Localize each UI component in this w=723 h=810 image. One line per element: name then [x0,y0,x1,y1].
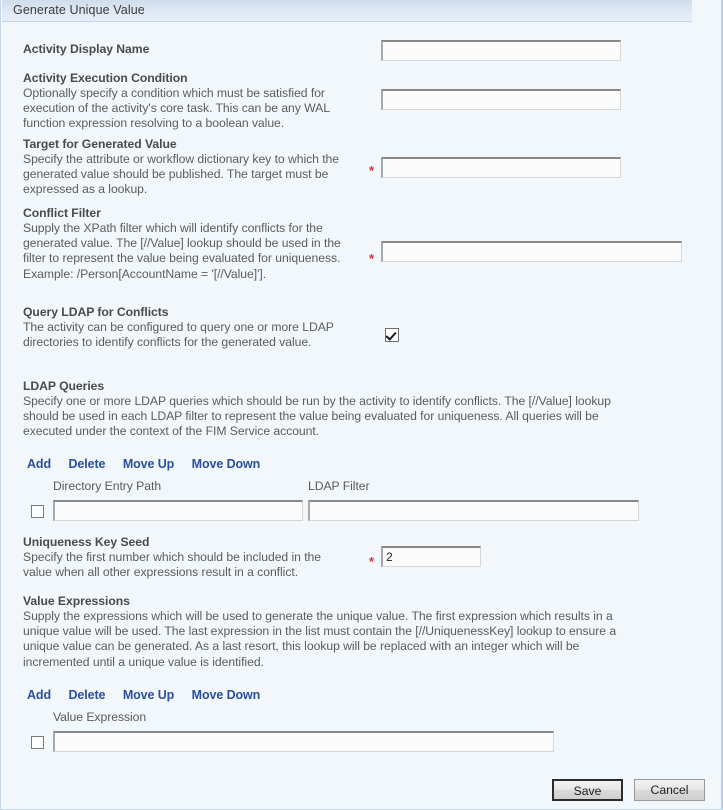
value-expressions-row-select-checkbox[interactable] [31,736,44,749]
dialog-title: Generate Unique Value [13,3,145,17]
activity-execution-condition-input[interactable] [381,89,621,110]
conflict-filter-description: Supply the XPath filter which will ident… [23,221,341,281]
target-for-generated-value-description: Specify the attribute or workflow dictio… [23,152,340,197]
ldap-filter-column-header: LDAP Filter [308,479,370,493]
ldap-filter-input[interactable] [308,500,639,521]
conflict-filter-required-marker: * [369,251,375,266]
value-expressions-label: Value Expressions [23,594,130,608]
value-expression-input[interactable] [53,731,554,752]
activity-display-name-label-block: Activity Display Name [23,42,353,57]
ldap-queries-row-select-checkbox[interactable] [31,505,44,518]
cancel-button[interactable]: Cancel [634,779,705,801]
dialog-titlebar: Generate Unique Value [2,0,692,22]
activity-display-name-input[interactable] [381,40,621,61]
target-for-generated-value-label-block: Target for Generated Value Specify the a… [23,137,353,198]
ldap-queries-delete-link[interactable]: Delete [68,457,105,471]
uniqueness-key-seed-label: Uniqueness Key Seed [23,535,150,549]
query-ldap-for-conflicts-label: Query LDAP for Conflicts [23,305,169,319]
ldap-queries-add-link[interactable]: Add [27,457,51,471]
query-ldap-for-conflicts-label-block: Query LDAP for Conflicts The activity ca… [23,305,353,350]
conflict-filter-label: Conflict Filter [23,206,101,220]
value-expression-column-header: Value Expression [53,710,147,724]
activity-execution-condition-label-block: Activity Execution Condition Optionally … [23,71,353,132]
target-for-generated-value-required-marker: * [369,163,375,178]
generate-unique-value-dialog: Generate Unique Value Activity Display N… [0,0,723,810]
value-expressions-move-up-link[interactable]: Move Up [123,688,174,702]
query-ldap-for-conflicts-description: The activity can be configured to query … [23,320,334,350]
ldap-queries-toolbar: Add Delete Move Up Move Down [27,455,273,473]
uniqueness-key-seed-input[interactable] [381,546,481,567]
uniqueness-key-seed-required-marker: * [369,554,375,569]
ldap-queries-label: LDAP Queries [23,379,105,393]
ldap-queries-section: LDAP Queries Specify one or more LDAP qu… [23,379,648,440]
value-expressions-add-link[interactable]: Add [27,688,51,702]
uniqueness-key-seed-description: Specify the first number which should be… [23,550,321,580]
value-expressions-delete-link[interactable]: Delete [68,688,105,702]
query-ldap-for-conflicts-checkbox[interactable] [385,328,399,342]
save-button[interactable]: Save [552,779,623,801]
conflict-filter-label-block: Conflict Filter Supply the XPath filter … [23,206,353,282]
value-expressions-section: Value Expressions Supply the expressions… [23,594,648,670]
conflict-filter-input[interactable] [381,241,682,262]
ldap-queries-description: Specify one or more LDAP queries which s… [23,394,611,439]
value-expressions-move-down-link[interactable]: Move Down [192,688,261,702]
ldap-queries-move-down-link[interactable]: Move Down [192,457,261,471]
value-expressions-description: Supply the expressions which will be use… [23,609,617,669]
activity-execution-condition-description: Optionally specify a condition which mus… [23,86,330,131]
activity-display-name-label: Activity Display Name [23,42,150,56]
directory-entry-path-column-header: Directory Entry Path [53,479,162,493]
activity-execution-condition-label: Activity Execution Condition [23,71,188,85]
ldap-queries-move-up-link[interactable]: Move Up [123,457,174,471]
directory-entry-path-input[interactable] [53,500,303,521]
target-for-generated-value-label: Target for Generated Value [23,137,177,151]
uniqueness-key-seed-label-block: Uniqueness Key Seed Specify the first nu… [23,535,353,580]
target-for-generated-value-input[interactable] [381,157,621,178]
value-expressions-toolbar: Add Delete Move Up Move Down [27,686,273,704]
